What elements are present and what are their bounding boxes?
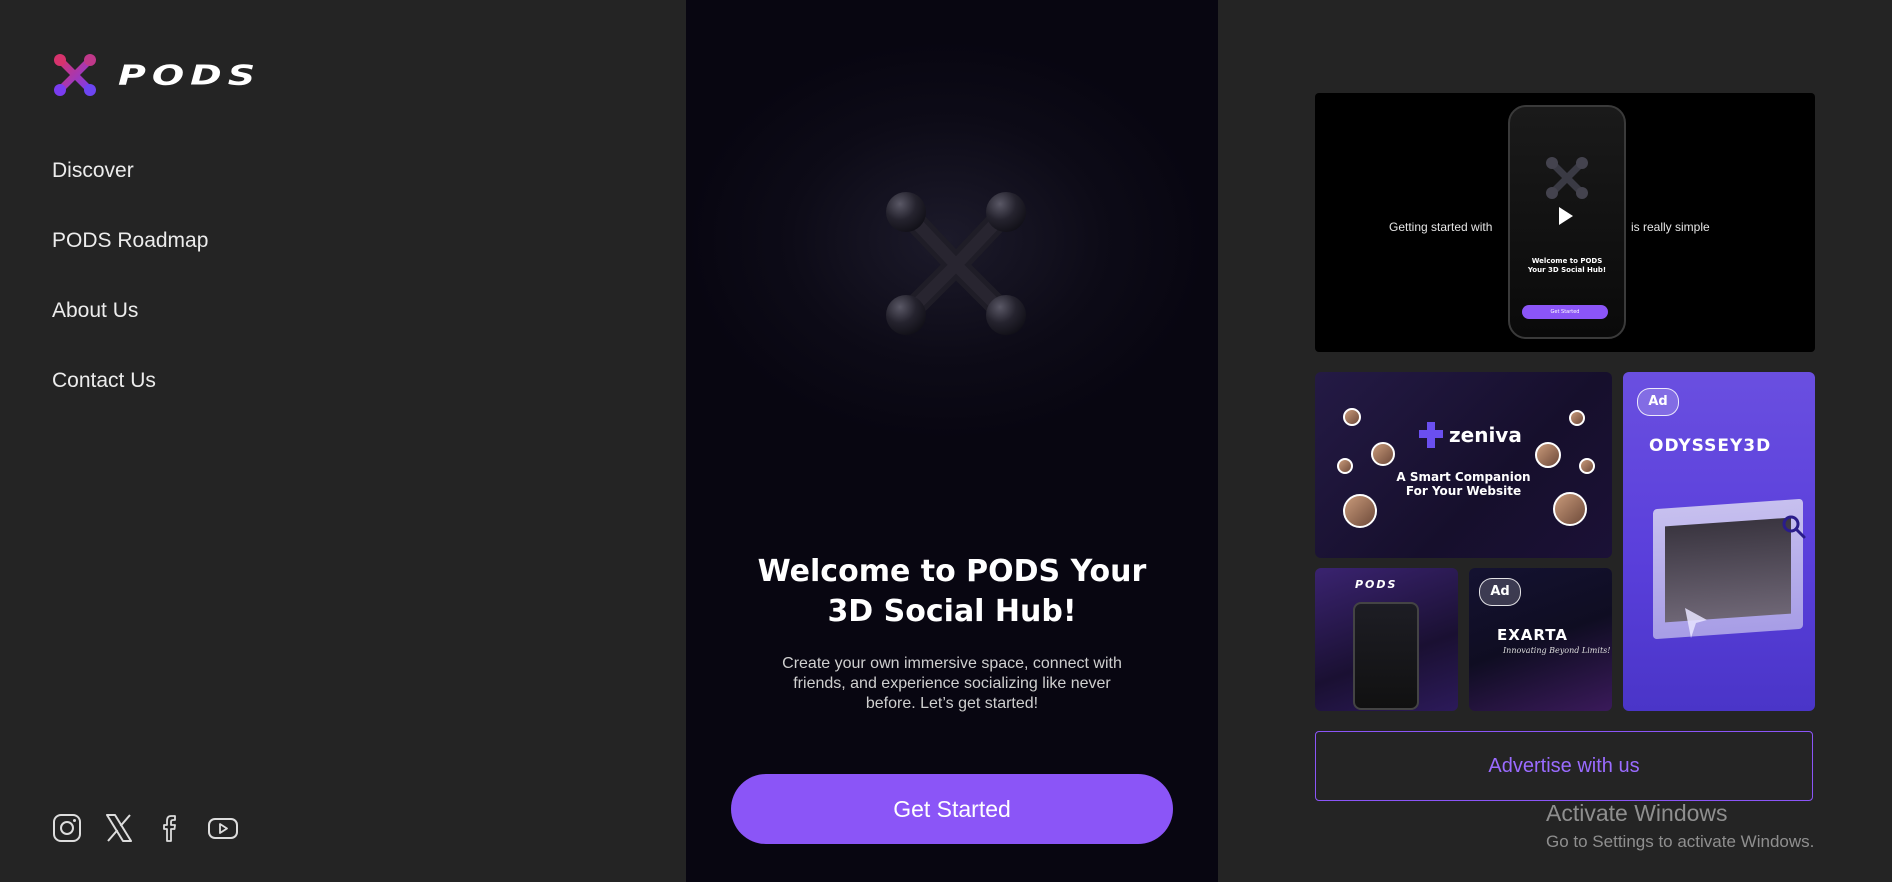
- hero-subtitle: Create your own immersive space, connect…: [782, 655, 1122, 712]
- advertise-with-us-button[interactable]: Advertise with us: [1315, 731, 1813, 801]
- phone-title-line-2: Your 3D Social Hub!: [1527, 266, 1607, 274]
- hero-title-line-1: Welcome to PODS Your: [757, 554, 1147, 589]
- social-links: [51, 812, 239, 844]
- instagram-link[interactable]: [51, 812, 83, 844]
- facebook-link[interactable]: [155, 812, 187, 844]
- ad-badge: Ad: [1479, 578, 1521, 606]
- video-caption-left: Getting started with: [1389, 220, 1493, 234]
- hero-panel: Welcome to PODS Your 3D Social Hub! Crea…: [686, 0, 1218, 882]
- instagram-icon: [53, 814, 81, 842]
- phone-mockup: Welcome to PODS Your 3D Social Hub! Get …: [1508, 105, 1626, 339]
- phone-title: Welcome to PODS Your 3D Social Hub!: [1510, 257, 1624, 275]
- pods-x-molecule-icon: [54, 54, 96, 96]
- avatar: [1569, 410, 1585, 426]
- facebook-icon: [163, 815, 176, 842]
- nav-item-about-us[interactable]: About Us: [52, 298, 208, 323]
- pods-logo[interactable]: PODS: [52, 52, 261, 98]
- youtube-link[interactable]: [207, 812, 239, 844]
- pods-mini-wordmark: PODS: [1355, 578, 1398, 591]
- avatar: [1535, 442, 1561, 468]
- exarta-wordmark: EXARTA: [1497, 626, 1568, 644]
- avatar: [1553, 492, 1587, 526]
- ad-pods-app[interactable]: PODS: [1315, 568, 1458, 711]
- x-twitter-icon: [106, 814, 132, 842]
- pods-3d-mark-icon: [886, 192, 1026, 335]
- intro-video-card[interactable]: Getting started with Welcome to PODS You…: [1315, 93, 1815, 352]
- x-twitter-link[interactable]: [103, 812, 135, 844]
- ad-badge: Ad: [1637, 388, 1679, 416]
- avatar: [1337, 458, 1353, 474]
- avatar: [1343, 494, 1377, 528]
- ad-odyssey3d[interactable]: Ad ODYSSEY3D: [1623, 372, 1815, 711]
- ad-zeniva[interactable]: zeniva A Smart Companion For Your Websit…: [1315, 372, 1612, 558]
- avatar: [1371, 442, 1395, 466]
- play-icon[interactable]: [1559, 207, 1573, 225]
- exarta-tagline: Innovating Beyond Limits!: [1503, 646, 1611, 655]
- zeniva-logo: zeniva: [1417, 420, 1522, 450]
- hero-title-line-2: 3D Social Hub!: [827, 594, 1077, 629]
- nav-item-contact-us[interactable]: Contact Us: [52, 368, 208, 393]
- avatar: [1343, 408, 1361, 426]
- pods-app-phone-mockup: [1353, 602, 1419, 710]
- hero-title: Welcome to PODS Your 3D Social Hub!: [686, 552, 1218, 632]
- ad-exarta[interactable]: Ad EXARTA Innovating Beyond Limits!: [1469, 568, 1612, 711]
- windows-activation-title: Activate Windows: [1546, 800, 1728, 826]
- zeniva-headline-line-1: A Smart Companion: [1396, 470, 1531, 484]
- zeniva-wordmark: zeniva: [1449, 423, 1522, 447]
- windows-activation-subtitle: Go to Settings to activate Windows.: [1546, 832, 1815, 851]
- magnifier-icon: [1782, 515, 1806, 539]
- avatar: [1579, 458, 1595, 474]
- brand-wordmark: PODS: [118, 59, 262, 91]
- phone-title-line-1: Welcome to PODS: [1531, 257, 1603, 265]
- nav-item-discover[interactable]: Discover: [52, 158, 208, 183]
- phone-get-started-button: Get Started: [1522, 305, 1608, 319]
- cursor-icon: [1685, 608, 1707, 638]
- nav-item-roadmap[interactable]: PODS Roadmap: [52, 228, 208, 253]
- video-caption-right: is really simple: [1631, 220, 1710, 234]
- get-started-button[interactable]: Get Started: [731, 774, 1173, 844]
- pods-x-molecule-icon: [1546, 157, 1588, 199]
- main-nav: Discover PODS Roadmap About Us Contact U…: [52, 158, 208, 438]
- zeniva-cross-icon: [1419, 422, 1443, 448]
- youtube-icon: [208, 818, 238, 839]
- odyssey3d-wordmark: ODYSSEY3D: [1649, 436, 1772, 456]
